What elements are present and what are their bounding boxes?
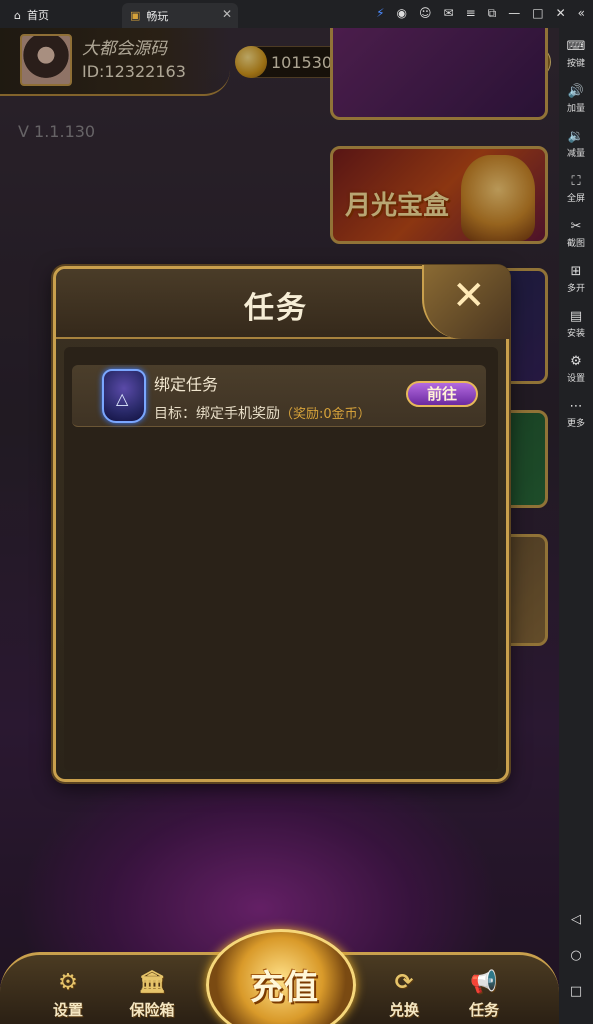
settings-label: 设置 [52, 1001, 83, 1019]
task-goal: 目标：绑定手机奖励（奖励:0金币） [154, 403, 371, 423]
home-nav-icon[interactable]: ○ [559, 948, 593, 963]
mail-icon[interactable]: ✉ [444, 6, 454, 21]
sidebar-icon: ⚙ [570, 354, 582, 369]
gear-icon: ⚙ [58, 970, 78, 995]
sidebar-item-1[interactable]: 🔊 加量 [559, 77, 593, 122]
home-label: 首页 [26, 9, 49, 22]
app-tab-label: 畅玩 [146, 9, 169, 23]
sidebar-icon: ✂ [570, 219, 582, 234]
sidebar-item-2[interactable]: 🔉 减量 [559, 122, 593, 167]
sidebar-label: 按键 [566, 59, 585, 69]
task-dialog: 任务 ✕ △ 绑定任务 目标：绑定手机奖励（奖励:0金币） 前往 [53, 265, 510, 782]
sidebar-item-8[interactable]: ⋯ 更多 [559, 392, 593, 437]
collapse-sidebar-icon[interactable]: « [578, 6, 585, 21]
sidebar-item-5[interactable]: ⊞ 多开 [559, 257, 593, 302]
menu-icon[interactable]: ≡ [466, 6, 476, 21]
sidebar-item-3[interactable]: ⛶ 全屏 [559, 167, 593, 212]
tab-close-icon[interactable]: ✕ [222, 7, 232, 21]
minimize-icon[interactable]: — [508, 6, 520, 21]
sidebar-item-7[interactable]: ⚙ 设置 [559, 347, 593, 392]
sidebar-label: 更多 [566, 419, 585, 429]
close-window-icon[interactable]: ✕ [556, 6, 566, 21]
sidebar-item-4[interactable]: ✂ 截图 [559, 212, 593, 257]
gamepad-icon[interactable]: ◉ [397, 6, 407, 21]
bank-icon: 🏛 [138, 970, 166, 995]
task-name: 绑定任务 [154, 375, 219, 394]
home-icon: ⌂ [14, 8, 21, 22]
sidebar-item-0[interactable]: ⌨ 按键 [559, 32, 593, 77]
dialog-header: 任务 ✕ [56, 265, 510, 339]
sidebar-label: 截图 [566, 239, 585, 249]
safe-label: 保险箱 [129, 1001, 175, 1019]
popout-icon[interactable]: ⧉ [488, 6, 497, 21]
sidebar-icon: 🔊 [567, 84, 585, 99]
sidebar-label: 安装 [566, 329, 585, 339]
sidebar-label: 全屏 [566, 194, 585, 204]
maximize-icon[interactable]: □ [532, 6, 543, 21]
tasks-label: 任务 [468, 1001, 499, 1019]
exchange-label: 兑换 [388, 1001, 419, 1019]
emulator-titlebar: ⌂ 首页 ▣ 畅玩 ✕ ⚡ ◉ ☺ ✉ ≡ ⧉ — □ ✕ « [0, 0, 593, 28]
sidebar-label: 多开 [566, 284, 585, 294]
account-icon[interactable]: ☺ [419, 6, 432, 21]
sidebar-icon: ⊞ [570, 264, 582, 279]
app-tab[interactable]: ▣ 畅玩 ✕ [122, 3, 238, 28]
recharge-label: 充值 [250, 968, 318, 1008]
sidebar-icon: 🔉 [567, 129, 585, 144]
sidebar-icon: ⛶ [571, 174, 581, 189]
task-bag-icon: △ [102, 369, 146, 423]
close-dialog-button[interactable]: ✕ [422, 265, 510, 339]
back-nav-icon[interactable]: ◁ [559, 912, 593, 927]
go-button[interactable]: 前往 [406, 381, 478, 407]
recents-nav-icon[interactable]: □ [559, 984, 593, 999]
sidebar-icon: ⋯ [569, 399, 583, 414]
exchange-button[interactable]: ⟳ 兑换 [366, 969, 442, 1020]
settings-button[interactable]: ⚙ 设置 [30, 969, 106, 1020]
app-tab-icon: ▣ [130, 9, 141, 22]
tasks-button[interactable]: 📢 任务 [446, 969, 522, 1020]
sidebar-icon: ⌨ [566, 39, 586, 54]
sidebar-label: 设置 [566, 374, 585, 384]
bottom-nav: ⚙ 设置 🏛 保险箱 充值 ⟳ 兑换 📢 任务 [0, 929, 559, 1024]
sidebar-label: 减量 [566, 149, 585, 159]
boost-icon[interactable]: ⚡ [376, 6, 384, 21]
megaphone-icon: 📢 [470, 970, 498, 995]
close-icon: ✕ [452, 273, 486, 319]
safe-button[interactable]: 🏛 保险箱 [114, 969, 190, 1020]
sidebar-label: 加量 [566, 104, 585, 114]
window-controls: ⚡ ◉ ☺ ✉ ≡ ⧉ — □ ✕ « [376, 6, 585, 21]
task-item: △ 绑定任务 目标：绑定手机奖励（奖励:0金币） 前往 [72, 365, 486, 427]
home-tab[interactable]: ⌂ 首页 [14, 7, 49, 23]
exchange-icon: ⟳ [394, 970, 414, 995]
task-goal-text: 目标：绑定手机奖励 [154, 406, 280, 422]
game-screen: 大都会源码 ID:12322163 10153047 + ♦ 0 + V 1.1… [0, 28, 559, 1024]
sidebar-item-6[interactable]: ▤ 安装 [559, 302, 593, 347]
task-reward: （奖励:0金币） [280, 407, 371, 422]
sidebar-icon: ▤ [569, 309, 583, 324]
emulator-sidebar: ⌨ 按键 🔊 加量 🔉 减量 ⛶ 全屏 ✂ 截图 ⊞ 多开 ▤ 安装 ⚙ 设置 ⋯ 更多 ◁ ○ □ [559, 28, 593, 1024]
